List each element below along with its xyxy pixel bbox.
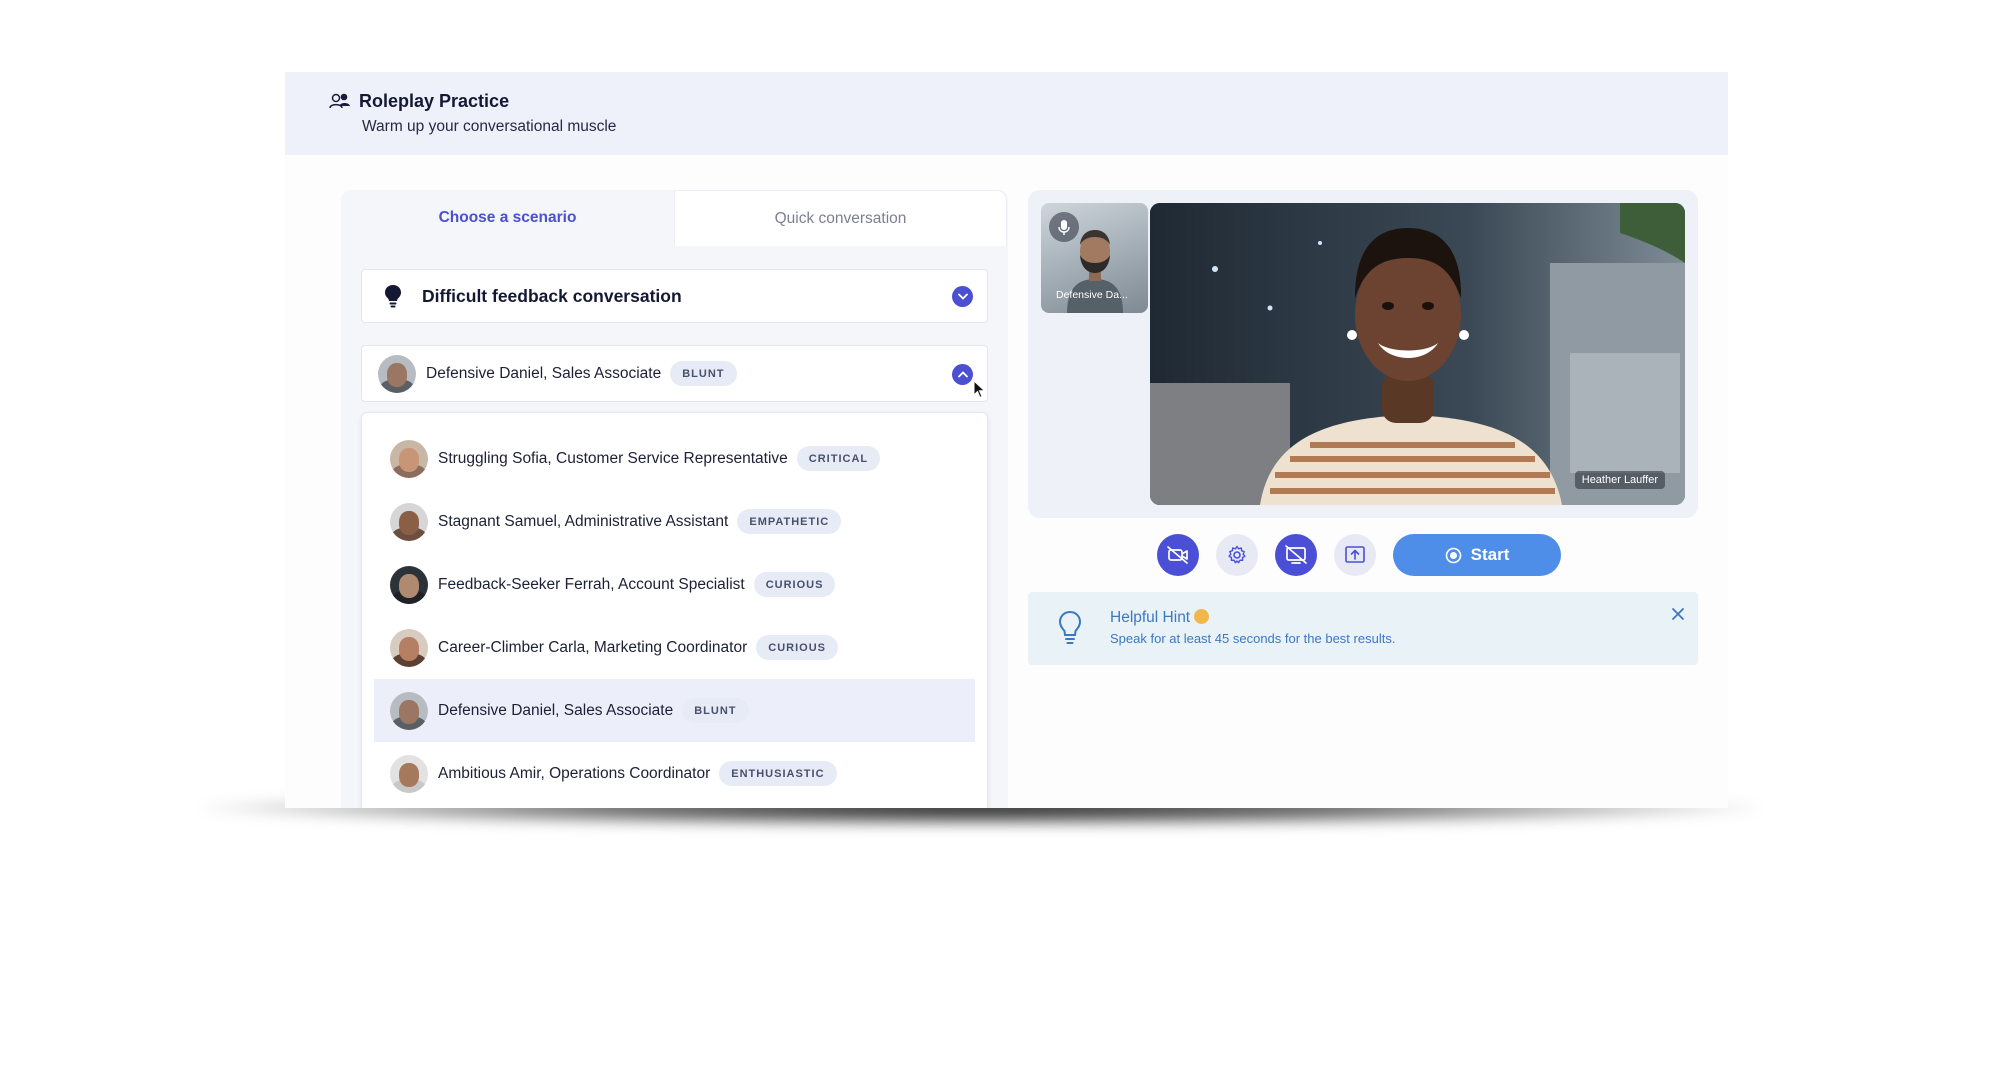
- page-title: Roleplay Practice: [359, 91, 510, 111]
- hint-title-text: Helpful Hint: [1110, 609, 1191, 626]
- share-upload-button[interactable]: [1334, 534, 1376, 576]
- screen-share-off-button[interactable]: [1275, 534, 1317, 576]
- list-item[interactable]: Feedback-Seeker Ferrah, Account Speciali…: [374, 553, 975, 616]
- list-item[interactable]: Struggling Sofia, Customer Service Repre…: [374, 427, 975, 490]
- persona-name: Defensive Daniel, Sales Associate: [438, 701, 674, 719]
- participant-name-label: Heather Lauffer: [1574, 471, 1665, 489]
- record-icon: [1445, 547, 1461, 563]
- settings-button[interactable]: [1216, 534, 1258, 576]
- thumbnail-name-label: Defensive Da...: [1056, 289, 1128, 301]
- avatar: [378, 354, 416, 393]
- tab-quick-conversation[interactable]: Quick conversation: [674, 190, 1007, 246]
- persona-tag-badge: CRITICAL: [796, 446, 881, 471]
- stage-reflection: [285, 808, 1728, 1075]
- video-frame-image: [1150, 203, 1685, 505]
- scenario-title: Difficult feedback conversation: [422, 285, 682, 306]
- persona-tag-badge: CURIOUS: [756, 635, 838, 660]
- persona-dropdown[interactable]: Defensive Daniel, Sales Associate BLUNT: [361, 345, 988, 402]
- lightbulb-outline-icon: [1058, 610, 1082, 644]
- chevron-up-icon[interactable]: [952, 363, 973, 385]
- list-item[interactable]: Career-Climber Carla, Marketing Coordina…: [374, 616, 975, 679]
- camera-off-button[interactable]: [1157, 534, 1199, 576]
- persona-name: Ambitious Amir, Operations Coordinator: [438, 764, 711, 782]
- persona-tag-badge: ENTHUSIASTIC: [719, 761, 837, 786]
- selected-persona-name: Defensive Daniel, Sales Associate: [426, 364, 662, 382]
- persona-tag-badge: EMPATHETIC: [737, 509, 842, 534]
- persona-tag-badge: BLUNT: [670, 361, 737, 386]
- close-icon[interactable]: [1670, 606, 1686, 622]
- list-item[interactable]: Stagnant Samuel, Administrative Assistan…: [374, 490, 975, 553]
- avatar: [390, 439, 428, 478]
- persona-tag-badge: CURIOUS: [753, 572, 836, 597]
- camera-off-icon: [1167, 546, 1188, 564]
- hint-body: Speak for at least 45 seconds for the be…: [1110, 631, 1396, 646]
- start-button[interactable]: Start: [1393, 534, 1561, 576]
- persona-name: Stagnant Samuel, Administrative Assistan…: [438, 512, 729, 530]
- screen-share-off-icon: [1285, 545, 1307, 564]
- mouse-cursor-icon: [973, 380, 986, 399]
- hint-title: Helpful Hint: [1110, 609, 1210, 627]
- app-window: Roleplay Practice Warm up your conversat…: [285, 72, 1728, 808]
- helpful-hint-banner: Helpful Hint Speak for at least 45 secon…: [1028, 592, 1698, 665]
- video-controls: Start: [1157, 534, 1561, 576]
- avatar: [390, 691, 428, 730]
- start-button-label: Start: [1470, 545, 1510, 564]
- tab-bar: Choose a scenario Quick conversation: [341, 190, 1008, 246]
- scenario-dropdown[interactable]: Difficult feedback conversation: [361, 269, 988, 323]
- tab-choose-scenario[interactable]: Choose a scenario: [341, 190, 674, 246]
- avatar: [390, 628, 428, 667]
- avatar: [390, 502, 428, 541]
- microphone-icon[interactable]: [1049, 212, 1079, 242]
- page-subtitle: Warm up your conversational muscle: [362, 118, 617, 135]
- self-video-thumbnail[interactable]: Defensive Da...: [1041, 203, 1148, 313]
- persona-name: Career-Climber Carla, Marketing Coordina…: [438, 638, 748, 656]
- persona-tag-badge: BLUNT: [682, 698, 749, 723]
- page-header: Roleplay Practice Warm up your conversat…: [285, 72, 1728, 155]
- video-panel: Defensive Da... Heather Lauffer: [1028, 190, 1698, 518]
- persona-list: Struggling Sofia, Customer Service Repre…: [361, 412, 988, 808]
- persona-name: Feedback-Seeker Ferrah, Account Speciali…: [438, 575, 745, 593]
- main-video-feed: Heather Lauffer: [1150, 203, 1685, 505]
- scenario-panel: Choose a scenario Quick conversation Dif…: [341, 190, 1008, 808]
- upload-icon: [1345, 546, 1365, 563]
- smile-emoji-icon: [1194, 609, 1210, 624]
- list-item[interactable]: Ambitious Amir, Operations Coordinator E…: [374, 742, 975, 805]
- chevron-down-icon[interactable]: [952, 286, 973, 307]
- users-icon: [329, 93, 350, 109]
- avatar: [390, 565, 428, 604]
- persona-name: Struggling Sofia, Customer Service Repre…: [438, 449, 788, 467]
- list-item-selected[interactable]: Defensive Daniel, Sales Associate BLUNT: [374, 679, 975, 742]
- lightbulb-icon: [385, 285, 401, 308]
- settings-icon: [1228, 545, 1246, 564]
- avatar: [390, 754, 428, 793]
